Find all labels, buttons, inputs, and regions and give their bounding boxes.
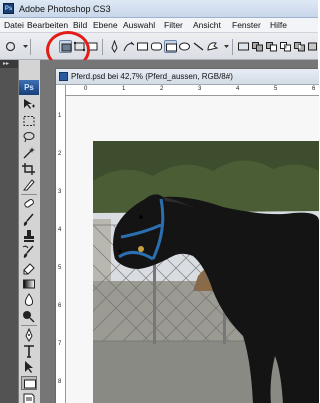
menu-bild[interactable]: Bild: [73, 20, 87, 30]
ruler-h-label: 5: [274, 86, 278, 92]
ruler-h-label: 2: [160, 86, 164, 92]
chevron-down-icon[interactable]: [220, 40, 229, 53]
ruler-h-label: 3: [198, 86, 202, 92]
rounded-rectangle-icon[interactable]: [150, 40, 163, 53]
blur-tool-icon[interactable]: [21, 293, 37, 307]
intersect-shape-icon[interactable]: [279, 40, 292, 53]
document-title-bar[interactable]: Pferd.psd bei 42,7% (Pferd_aussen, RGB/8…: [56, 69, 319, 85]
menu-bar: Datei Bearbeiten Bild Ebene Auswahl Filt…: [0, 18, 318, 33]
menu-ansicht[interactable]: Ansicht: [193, 20, 221, 30]
toolbox-separator: [21, 194, 37, 195]
slice-tool-icon[interactable]: [21, 178, 37, 192]
new-shape-layer-icon[interactable]: [237, 40, 250, 53]
style-icon[interactable]: [306, 40, 317, 53]
ellipse-button-icon[interactable]: [164, 40, 177, 53]
ps-badge: Ps: [19, 80, 39, 95]
eraser-tool-icon[interactable]: [21, 261, 37, 275]
ruler-v-label: 5: [58, 265, 62, 271]
menu-auswahl[interactable]: Auswahl: [123, 20, 155, 30]
pen-tool-icon[interactable]: [21, 328, 37, 342]
photoshop-logo-icon: Ps: [3, 3, 14, 14]
move-tool-icon[interactable]: [21, 97, 37, 111]
menu-filter[interactable]: Filter: [164, 20, 183, 30]
title-bar: Ps Adobe Photoshop CS3: [0, 0, 318, 18]
crop-tool-icon[interactable]: [21, 162, 37, 176]
ruler-v-label: 2: [58, 151, 62, 157]
ruler-v-label: 3: [58, 189, 62, 195]
ruler-h-label: 1: [122, 86, 126, 92]
document-window: Pferd.psd bei 42,7% (Pferd_aussen, RGB/8…: [55, 68, 319, 403]
ruler-v-label: 7: [58, 341, 62, 347]
menu-fenster[interactable]: Fenster: [232, 20, 261, 30]
gradient-tool-icon[interactable]: [21, 277, 37, 291]
window-title: Adobe Photoshop CS3: [19, 4, 111, 14]
line-tool-icon[interactable]: [192, 40, 205, 53]
brush-tool-icon[interactable]: [21, 213, 37, 227]
document-title: Pferd.psd bei 42,7% (Pferd_aussen, RGB/8…: [71, 72, 233, 81]
healing-brush-icon[interactable]: [21, 197, 37, 211]
tool-preset-icon[interactable]: [4, 40, 17, 53]
history-brush-icon[interactable]: [21, 245, 37, 259]
chevron-down-icon[interactable]: [19, 40, 28, 53]
add-to-shape-icon[interactable]: [251, 40, 264, 53]
clone-stamp-icon[interactable]: [21, 229, 37, 243]
ruler-v-label: 8: [58, 379, 62, 385]
horse-photo: [93, 141, 319, 403]
options-separator: [102, 39, 103, 55]
options-separator: [30, 39, 31, 55]
ellipse-tool-icon[interactable]: [178, 40, 191, 53]
subtract-shape-icon[interactable]: [265, 40, 278, 53]
lasso-tool-icon[interactable]: [21, 130, 37, 144]
rectangle-shape-tool-icon[interactable]: [21, 376, 37, 390]
type-tool-icon[interactable]: [21, 344, 37, 358]
ruler-h-label: 4: [236, 86, 240, 92]
options-separator: [232, 39, 233, 55]
dodge-tool-icon[interactable]: [21, 309, 37, 323]
pen-icon[interactable]: [108, 40, 121, 53]
custom-shape-icon[interactable]: [206, 40, 219, 53]
menu-hilfe[interactable]: Hilfe: [270, 20, 287, 30]
vertical-ruler[interactable]: 1 2 3 4 5 6 7 8: [56, 85, 66, 403]
freeform-pen-icon[interactable]: [122, 40, 135, 53]
rectangle-tool-icon[interactable]: [136, 40, 149, 53]
ruler-v-label: 6: [58, 303, 62, 309]
exclude-shape-icon[interactable]: [293, 40, 306, 53]
notes-tool-icon[interactable]: [21, 392, 37, 403]
document-icon: [59, 72, 68, 81]
path-selection-icon[interactable]: [21, 360, 37, 374]
toolbox-separator: [21, 325, 37, 326]
ruler-h-label: 6: [312, 86, 316, 92]
marquee-tool-icon[interactable]: [21, 114, 37, 128]
ruler-v-label: 4: [58, 227, 62, 233]
ruler-v-label: 1: [58, 113, 62, 119]
ruler-h-label: 0: [84, 86, 88, 92]
magic-wand-icon[interactable]: [21, 146, 37, 160]
horizontal-ruler[interactable]: 0 1 2 3 4 5 6: [66, 85, 319, 96]
menu-datei[interactable]: Datei: [4, 20, 24, 30]
document-canvas[interactable]: [66, 96, 319, 403]
menu-ebene[interactable]: Ebene: [93, 20, 118, 30]
menu-bearbeiten[interactable]: Bearbeiten: [27, 20, 68, 30]
